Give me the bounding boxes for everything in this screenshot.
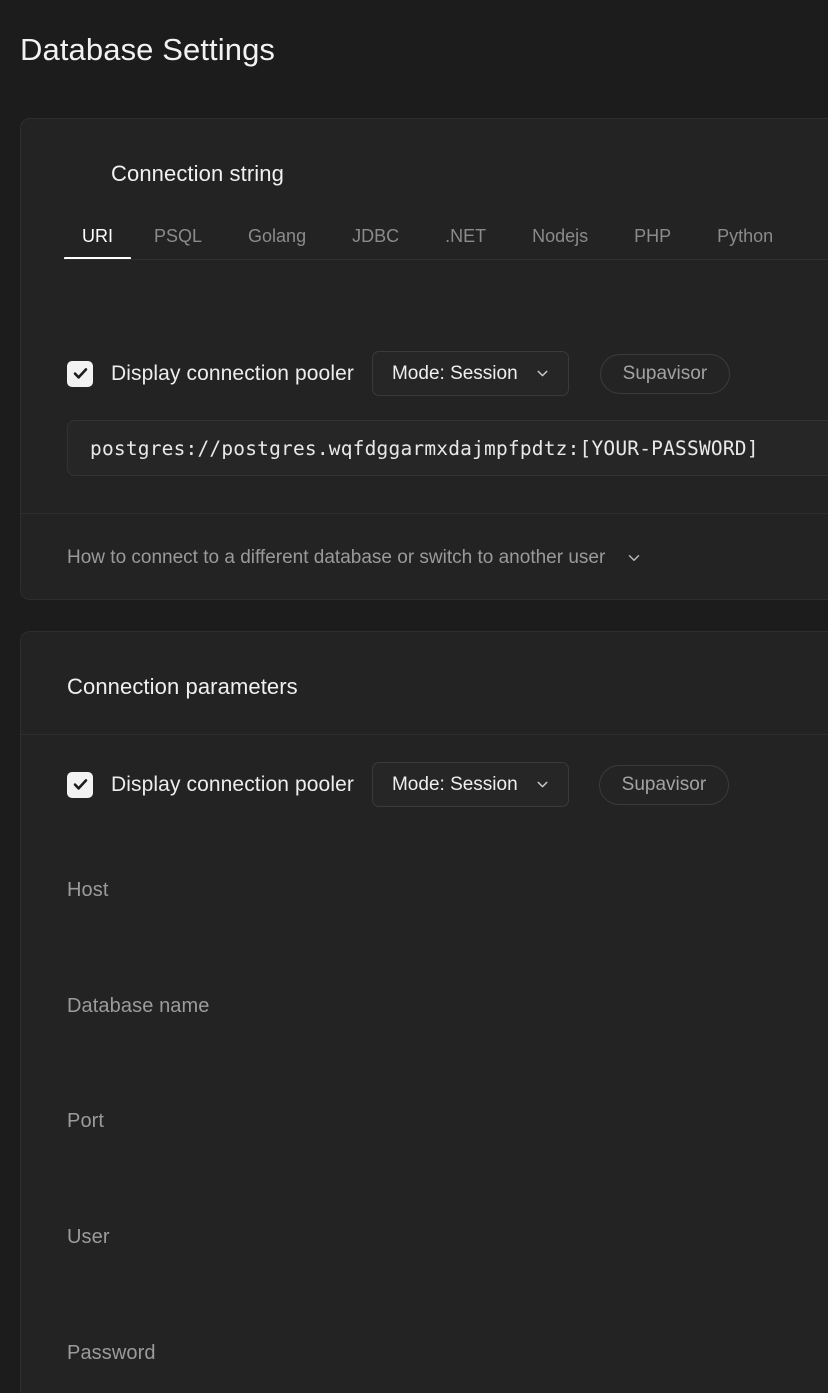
tab-python[interactable]: Python [694,225,796,260]
card-divider [21,734,828,735]
card-divider [21,513,828,514]
connection-parameters-card: Connection parameters Display connection… [20,631,828,1393]
tab-psql[interactable]: PSQL [131,225,225,260]
pooler-row-connection-string: Display connection pooler Mode: Session … [67,351,731,396]
display-connection-pooler-label: Display connection pooler [111,361,354,385]
pooler-mode-select[interactable]: Mode: Session [371,351,569,396]
database-settings-page: Database Settings Connection string URI P… [0,0,828,1393]
param-label-port: Port [67,1110,105,1132]
tab-golang[interactable]: Golang [225,225,329,260]
tabs-bottom-border [64,259,828,260]
display-connection-pooler-checkbox[interactable] [67,360,93,387]
connection-string-section-title: Connection string [111,161,284,186]
param-label-database-name: Database name [67,995,210,1017]
how-to-connect-expander[interactable]: How to connect to a different database o… [67,547,643,569]
chevron-down-icon [534,365,551,382]
supavisor-badge[interactable]: Supavisor [599,353,731,394]
pooler-mode-select-value: Mode: Session [391,773,518,795]
pooler-mode-select[interactable]: Mode: Session [371,762,569,807]
tab-nodejs[interactable]: Nodejs [509,225,611,260]
tab-net[interactable]: .NET [422,225,509,260]
tab-php[interactable]: PHP [611,225,694,260]
display-connection-pooler-label: Display connection pooler [111,772,354,796]
page-title: Database Settings [20,32,276,67]
chevron-down-icon [625,549,643,567]
check-icon [72,776,89,793]
param-label-host: Host [67,879,109,901]
pooler-row-connection-parameters: Display connection pooler Mode: Session … [67,762,730,807]
tab-uri[interactable]: URI [64,225,131,260]
check-icon [72,365,89,382]
connection-string-card: Connection string URI PSQL Golang JDBC .NET N… [20,118,828,600]
supavisor-badge[interactable]: Supavisor [598,764,730,805]
param-label-user: User [67,1226,110,1248]
param-label-password: Password [67,1342,156,1364]
pooler-mode-select-value: Mode: Session [391,362,518,384]
chevron-down-icon [534,776,551,793]
tab-jdbc[interactable]: JDBC [329,225,422,260]
how-to-connect-label: How to connect to a different database o… [67,547,606,568]
connection-string-tabs: URI PSQL Golang JDBC .NET Nodejs PHP Python [64,214,828,260]
connection-parameters-section-title: Connection parameters [67,674,298,699]
display-connection-pooler-checkbox[interactable] [67,771,93,798]
connection-string-value: postgres://postgres.wqfdggarmxdajmpfpdtz… [90,436,759,460]
connection-string-input[interactable]: postgres://postgres.wqfdggarmxdajmpfpdtz… [67,420,828,476]
